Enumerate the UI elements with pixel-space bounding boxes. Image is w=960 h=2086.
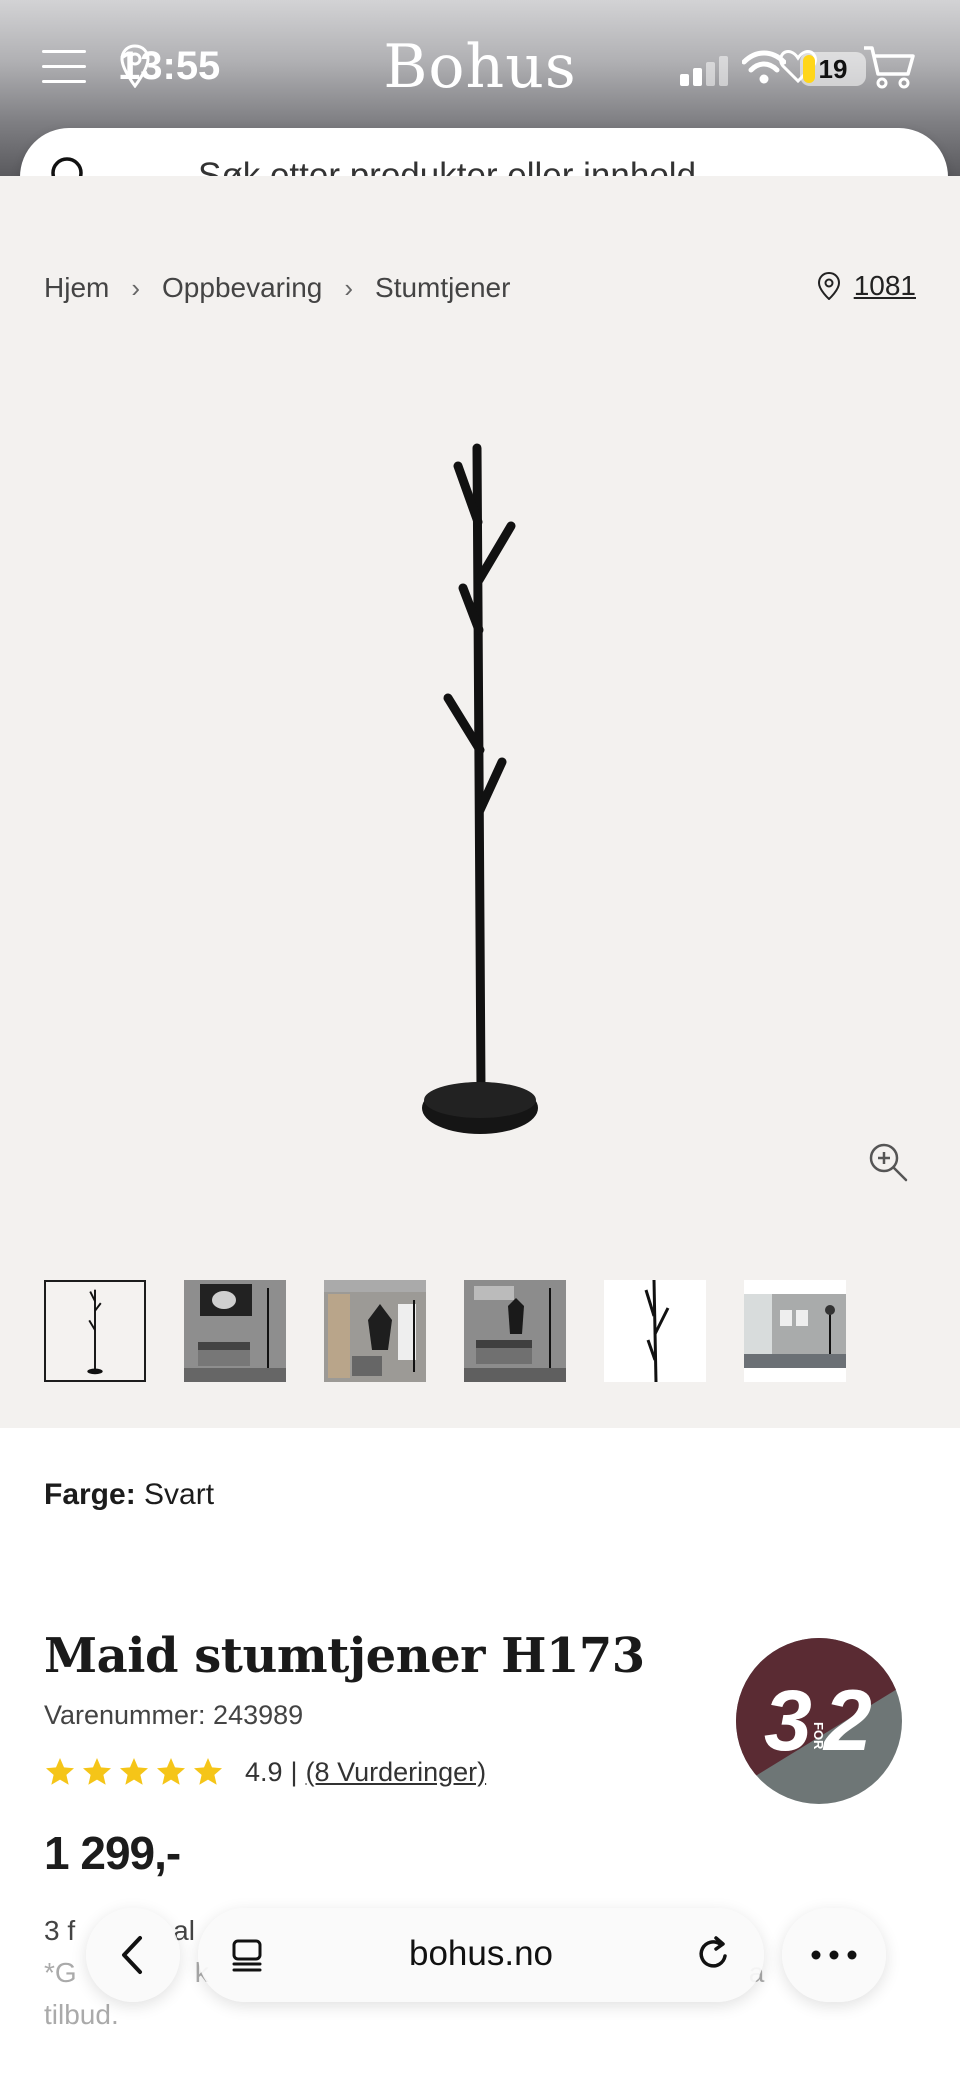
breadcrumb-item-storage[interactable]: Oppbevaring: [162, 272, 322, 304]
rating-separator: |: [290, 1756, 298, 1787]
browser-more-button[interactable]: [782, 1908, 886, 2002]
breadcrumb: Hjem › Oppbevaring › Stumtjener: [44, 272, 510, 304]
svg-text:3: 3: [764, 1673, 812, 1769]
location-pin-icon: [817, 272, 840, 300]
svg-text:2: 2: [822, 1673, 872, 1769]
battery-indicator: 19: [800, 52, 866, 86]
cellular-signal-icon: [680, 56, 730, 86]
browser-back-button[interactable]: [86, 1908, 180, 2002]
product-title: Maid stumtjener H173: [44, 1628, 645, 1684]
breadcrumb-item-home[interactable]: Hjem: [44, 272, 109, 304]
thumbnail[interactable]: [604, 1280, 706, 1382]
star-icon: [46, 1758, 74, 1785]
store-selector[interactable]: 1081: [817, 270, 916, 302]
chevron-left-icon: [122, 1936, 142, 1974]
star-icon: [157, 1758, 185, 1785]
rating-value: 4.9: [245, 1756, 283, 1787]
color-label: Farge:: [44, 1478, 136, 1511]
thumbnail-strip: [44, 1280, 884, 1382]
thumbnail[interactable]: [184, 1280, 286, 1382]
thumbnail[interactable]: [324, 1280, 426, 1382]
browser-url: bohus.no: [408, 1934, 554, 1973]
browser-address-bar[interactable]: bohus.no: [198, 1908, 764, 2002]
cart-icon[interactable]: [862, 44, 916, 90]
reload-icon[interactable]: [694, 1934, 734, 1974]
thumbnail[interactable]: [464, 1280, 566, 1382]
thumbnail[interactable]: [44, 1280, 146, 1382]
chevron-right-icon: ›: [131, 272, 141, 303]
product-price: 1 299,-: [44, 1827, 181, 1879]
zoom-in-icon[interactable]: [866, 1140, 910, 1184]
three-for-two-badge: 3 FOR 2: [736, 1638, 902, 1804]
product-image[interactable]: [400, 440, 570, 1150]
star-icon: [194, 1758, 222, 1785]
color-selection: Farge: Svart: [44, 1478, 214, 1512]
reviews-link[interactable]: (8 Vurderinger): [306, 1757, 487, 1788]
store-number: 1081: [853, 270, 916, 301]
color-value: Svart: [144, 1478, 215, 1511]
star-icon: [83, 1758, 111, 1785]
star-icon: [120, 1758, 148, 1785]
rating-stars: [44, 1756, 229, 1788]
breadcrumb-item-coat-stand[interactable]: Stumtjener: [375, 272, 510, 304]
more-dots-icon: [811, 1950, 857, 1960]
product-sku: Varenummer: 243989: [44, 1700, 304, 1730]
rating-summary: 4.9 | (8 Vurderinger): [44, 1756, 486, 1788]
thumbnail[interactable]: [744, 1280, 846, 1382]
battery-level: 19: [818, 54, 848, 84]
chevron-right-icon: ›: [344, 272, 354, 303]
